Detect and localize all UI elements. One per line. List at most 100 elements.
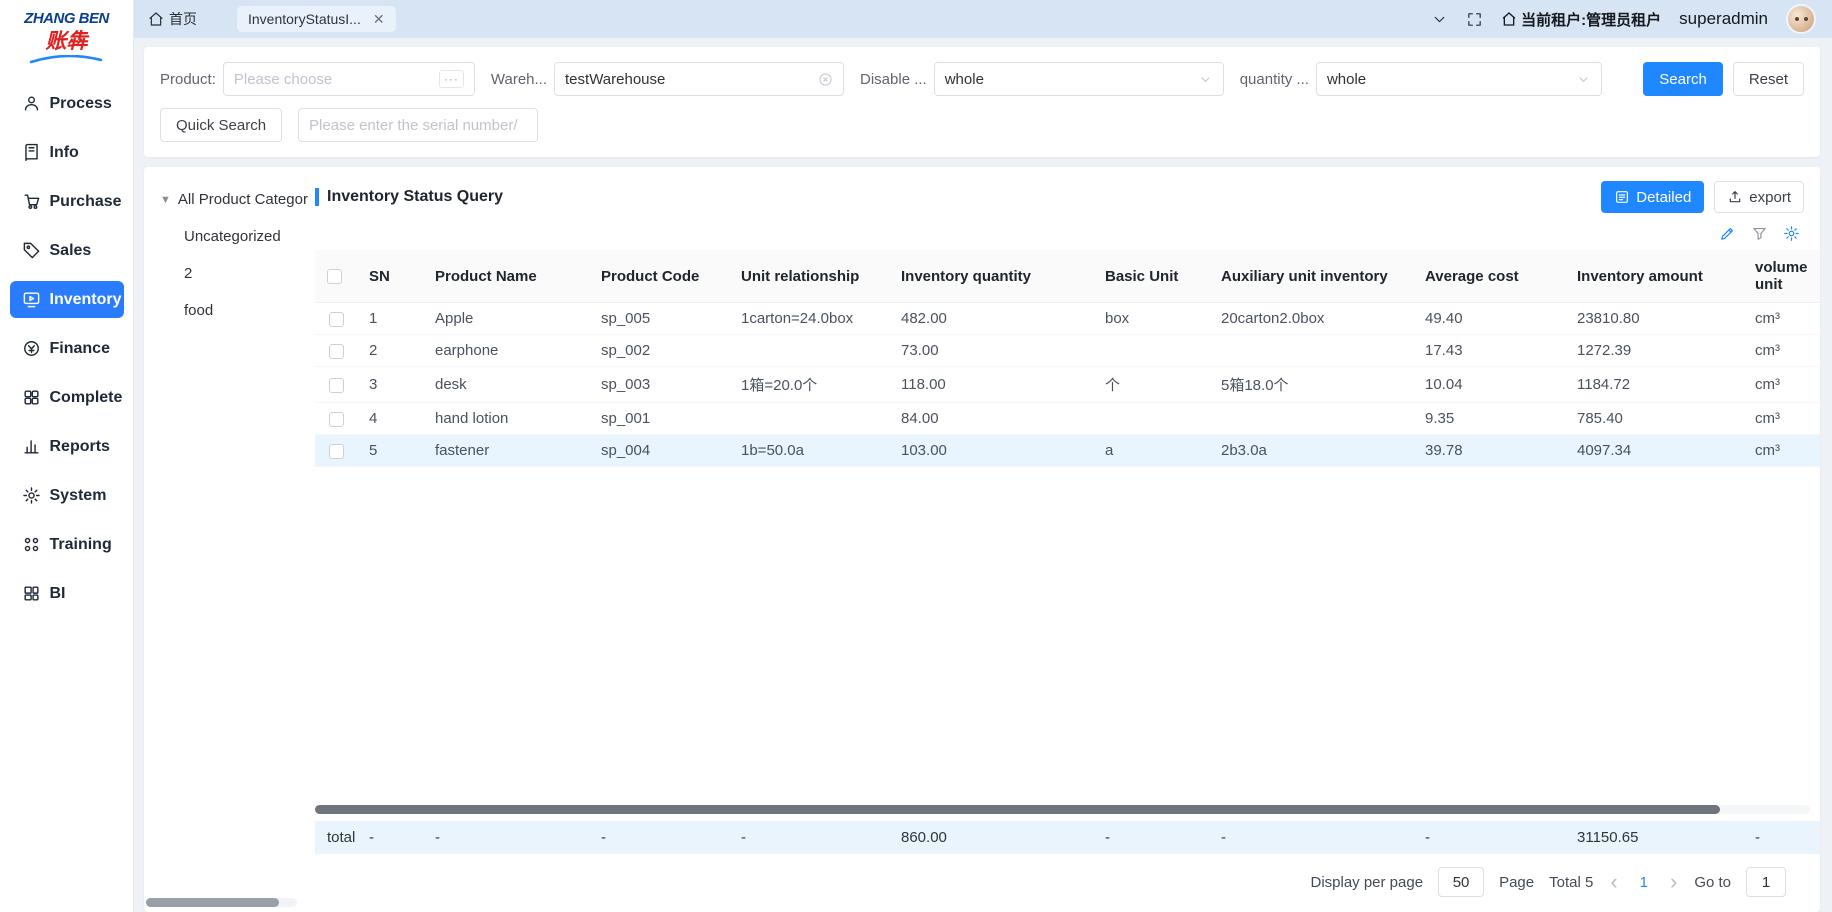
- column-header[interactable]: Auxiliary unit inventory: [1209, 250, 1413, 303]
- product-input[interactable]: [234, 71, 433, 88]
- horizontal-scrollbar[interactable]: [315, 805, 1810, 814]
- table-cell: [1209, 403, 1413, 435]
- serial-number-input[interactable]: [309, 117, 527, 134]
- row-checkbox[interactable]: [329, 412, 344, 427]
- sidebar-item-system[interactable]: System: [10, 477, 124, 514]
- sidebar-item-training[interactable]: Training: [10, 526, 124, 563]
- tree-horizontal-scrollbar[interactable]: [146, 898, 297, 907]
- table-row[interactable]: 3desksp_0031箱=20.0个118.00个5箱18.0个10.0411…: [315, 367, 1820, 403]
- column-header[interactable]: Product Code: [589, 250, 729, 303]
- page-label: Page: [1499, 874, 1534, 891]
- sidebar-item-complete[interactable]: Complete: [10, 379, 124, 416]
- sidebar-item-inventory[interactable]: Inventory: [10, 281, 124, 318]
- row-checkbox[interactable]: [329, 344, 344, 359]
- serial-number-field[interactable]: [298, 108, 538, 142]
- finance-icon: [22, 339, 41, 358]
- row-checkbox[interactable]: [329, 444, 344, 459]
- user-avatar[interactable]: [1786, 4, 1816, 34]
- table-header-row: SNProduct NameProduct CodeUnit relations…: [315, 250, 1820, 303]
- disable-select[interactable]: whole: [934, 62, 1224, 96]
- filter-icon[interactable]: [1751, 225, 1768, 242]
- sidebar-item-process[interactable]: Process: [10, 85, 124, 122]
- export-button[interactable]: export: [1714, 181, 1804, 213]
- table-row[interactable]: 2earphonesp_00273.0017.431272.39cm³: [315, 335, 1820, 367]
- select-all-header: [315, 250, 357, 303]
- warehouse-input[interactable]: [565, 71, 812, 88]
- column-header[interactable]: Unit relationship: [729, 250, 889, 303]
- detailed-button[interactable]: Detailed: [1601, 181, 1704, 213]
- sales-icon: [22, 241, 41, 260]
- select-all-checkbox[interactable]: [327, 269, 342, 284]
- total-cell: -: [1743, 821, 1820, 854]
- purchase-icon: [22, 192, 41, 211]
- total-cell: 860.00: [889, 821, 1093, 854]
- table-cell: [1093, 403, 1209, 435]
- table-cell: 1箱=20.0个: [729, 367, 889, 403]
- filter-row-2: Quick Search: [160, 108, 1804, 142]
- table-area: Inventory Status Query Detailed export: [303, 167, 1820, 912]
- prev-page-icon[interactable]: ‹: [1608, 871, 1619, 893]
- quantity-value: whole: [1327, 71, 1366, 88]
- sidebar-item-purchase[interactable]: Purchase: [10, 183, 124, 220]
- row-checkbox[interactable]: [329, 378, 344, 393]
- app-logo[interactable]: ZHANG BEN 账犇: [24, 10, 109, 65]
- table-empty-space: [315, 467, 1820, 805]
- scrollbar-thumb[interactable]: [315, 805, 1720, 814]
- sidebar-item-bi[interactable]: BI: [10, 575, 124, 612]
- tab-close-icon[interactable]: ✕: [373, 12, 385, 26]
- quantity-select[interactable]: whole: [1316, 62, 1602, 96]
- title-buttons: Detailed export: [1601, 181, 1804, 213]
- settings-icon[interactable]: [1783, 225, 1800, 242]
- column-header[interactable]: SN: [357, 250, 423, 303]
- page-size-input[interactable]: [1438, 867, 1484, 897]
- total-table: total----860.00---31150.65-: [315, 821, 1820, 854]
- tabs-dropdown-icon[interactable]: [1431, 11, 1448, 28]
- clear-icon[interactable]: [818, 72, 833, 87]
- column-header[interactable]: Inventory quantity: [889, 250, 1093, 303]
- edit-icon[interactable]: [1719, 225, 1736, 242]
- sidebar-item-info[interactable]: Info: [10, 134, 124, 171]
- table-cell: 84.00: [889, 403, 1093, 435]
- current-page[interactable]: 1: [1635, 874, 1653, 891]
- open-tab-inventory-status[interactable]: InventoryStatusI... ✕: [237, 6, 396, 32]
- table-row[interactable]: 4hand lotionsp_00184.009.35785.40cm³: [315, 403, 1820, 435]
- column-header[interactable]: Product Name: [423, 250, 589, 303]
- product-picker[interactable]: ···: [223, 62, 475, 96]
- fullscreen-icon[interactable]: [1466, 11, 1483, 28]
- table-row[interactable]: 1Applesp_0051carton=24.0box482.00box20ca…: [315, 303, 1820, 335]
- goto-page-input[interactable]: [1746, 867, 1786, 897]
- filter-product: Product: ···: [160, 62, 475, 96]
- sidebar-item-finance[interactable]: Finance: [10, 330, 124, 367]
- table-cell: cm³: [1743, 335, 1820, 367]
- detail-list-icon: [1614, 189, 1630, 205]
- column-header[interactable]: volume unit: [1743, 250, 1820, 303]
- product-more-icon[interactable]: ···: [439, 70, 464, 88]
- quick-search-button[interactable]: Quick Search: [160, 108, 282, 142]
- tree-item-food[interactable]: food: [184, 302, 297, 319]
- tree-item-2[interactable]: 2: [184, 265, 297, 282]
- home-tab[interactable]: 首页: [148, 9, 197, 29]
- tree-caret-icon[interactable]: ▼: [160, 194, 171, 206]
- reset-button[interactable]: Reset: [1733, 62, 1804, 96]
- sidebar-item-label: Finance: [50, 340, 110, 358]
- table-cell: 118.00: [889, 367, 1093, 403]
- content-area: Product: ··· Wareh...: [134, 38, 1832, 912]
- tree-item-all-categories[interactable]: ▼ All Product Categor: [160, 191, 297, 208]
- app-root: ZHANG BEN 账犇 Process Info Purchase Sales Inv…: [0, 0, 1832, 912]
- warehouse-picker[interactable]: [554, 62, 844, 96]
- username[interactable]: superadmin: [1679, 9, 1768, 29]
- next-page-icon[interactable]: ›: [1668, 871, 1679, 893]
- tree-item-uncategorized[interactable]: Uncategorized: [184, 228, 297, 245]
- sidebar-item-reports[interactable]: Reports: [10, 428, 124, 465]
- scrollbar-thumb[interactable]: [146, 898, 279, 907]
- sidebar-item-label: Process: [50, 95, 112, 113]
- search-button[interactable]: Search: [1643, 62, 1723, 96]
- sidebar-item-sales[interactable]: Sales: [10, 232, 124, 269]
- row-checkbox[interactable]: [329, 312, 344, 327]
- current-tenant[interactable]: 当前租户:管理员租户: [1501, 9, 1661, 30]
- column-header[interactable]: Average cost: [1413, 250, 1565, 303]
- table-cell: 个: [1093, 367, 1209, 403]
- column-header[interactable]: Basic Unit: [1093, 250, 1209, 303]
- table-row[interactable]: 5fastenersp_0041b=50.0a103.00a2b3.0a39.7…: [315, 435, 1820, 467]
- column-header[interactable]: Inventory amount: [1565, 250, 1743, 303]
